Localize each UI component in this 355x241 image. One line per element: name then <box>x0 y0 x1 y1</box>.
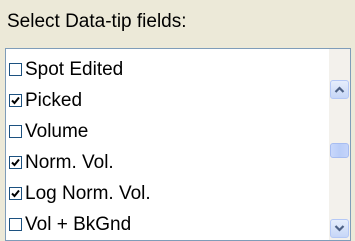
list-item-vol-bkgnd[interactable]: Vol + BkGnd <box>9 209 151 240</box>
data-tip-fields-listbox[interactable]: Spot Edited Picked Volume Norm. Vol. Log… <box>5 48 351 241</box>
scroll-up-button[interactable] <box>330 80 349 99</box>
list-item-spot-edited[interactable]: Spot Edited <box>9 54 151 85</box>
list-item-label: Picked <box>25 89 83 111</box>
scroll-down-arrow-icon <box>334 225 345 232</box>
list-item-label: Vol + BkGnd <box>25 213 132 235</box>
checkmark-icon <box>11 96 20 105</box>
list-item-norm-vol[interactable]: Norm. Vol. <box>9 147 151 178</box>
list-item-label: Spot Edited <box>25 58 124 80</box>
scroll-down-button[interactable] <box>330 219 349 238</box>
section-label: Select Data-tip fields: <box>7 11 187 32</box>
list-item-volume[interactable]: Volume <box>9 116 151 147</box>
checkmark-icon <box>11 189 20 198</box>
vertical-scrollbar[interactable] <box>329 49 350 240</box>
scroll-up-arrow-icon <box>334 86 345 93</box>
scrollbar-thumb[interactable] <box>330 143 349 158</box>
list-item-log-norm-vol[interactable]: Log Norm. Vol. <box>9 178 151 209</box>
list-item-label: Volume <box>25 120 89 142</box>
checkbox-log-norm-vol[interactable] <box>9 187 22 200</box>
list-item-label: Norm. Vol. <box>25 151 114 173</box>
checkbox-picked[interactable] <box>9 94 22 107</box>
checkbox-list: Spot Edited Picked Volume Norm. Vol. Log… <box>9 54 151 240</box>
checkbox-volume[interactable] <box>9 125 22 138</box>
data-tip-fields-panel: Select Data-tip fields: Spot Edited Pick… <box>0 0 355 241</box>
list-item-label: Log Norm. Vol. <box>25 182 151 204</box>
checkbox-norm-vol[interactable] <box>9 156 22 169</box>
checkbox-spot-edited[interactable] <box>9 63 22 76</box>
checkbox-vol-bkgnd[interactable] <box>9 218 22 231</box>
checkmark-icon <box>11 158 20 167</box>
list-item-picked[interactable]: Picked <box>9 85 151 116</box>
